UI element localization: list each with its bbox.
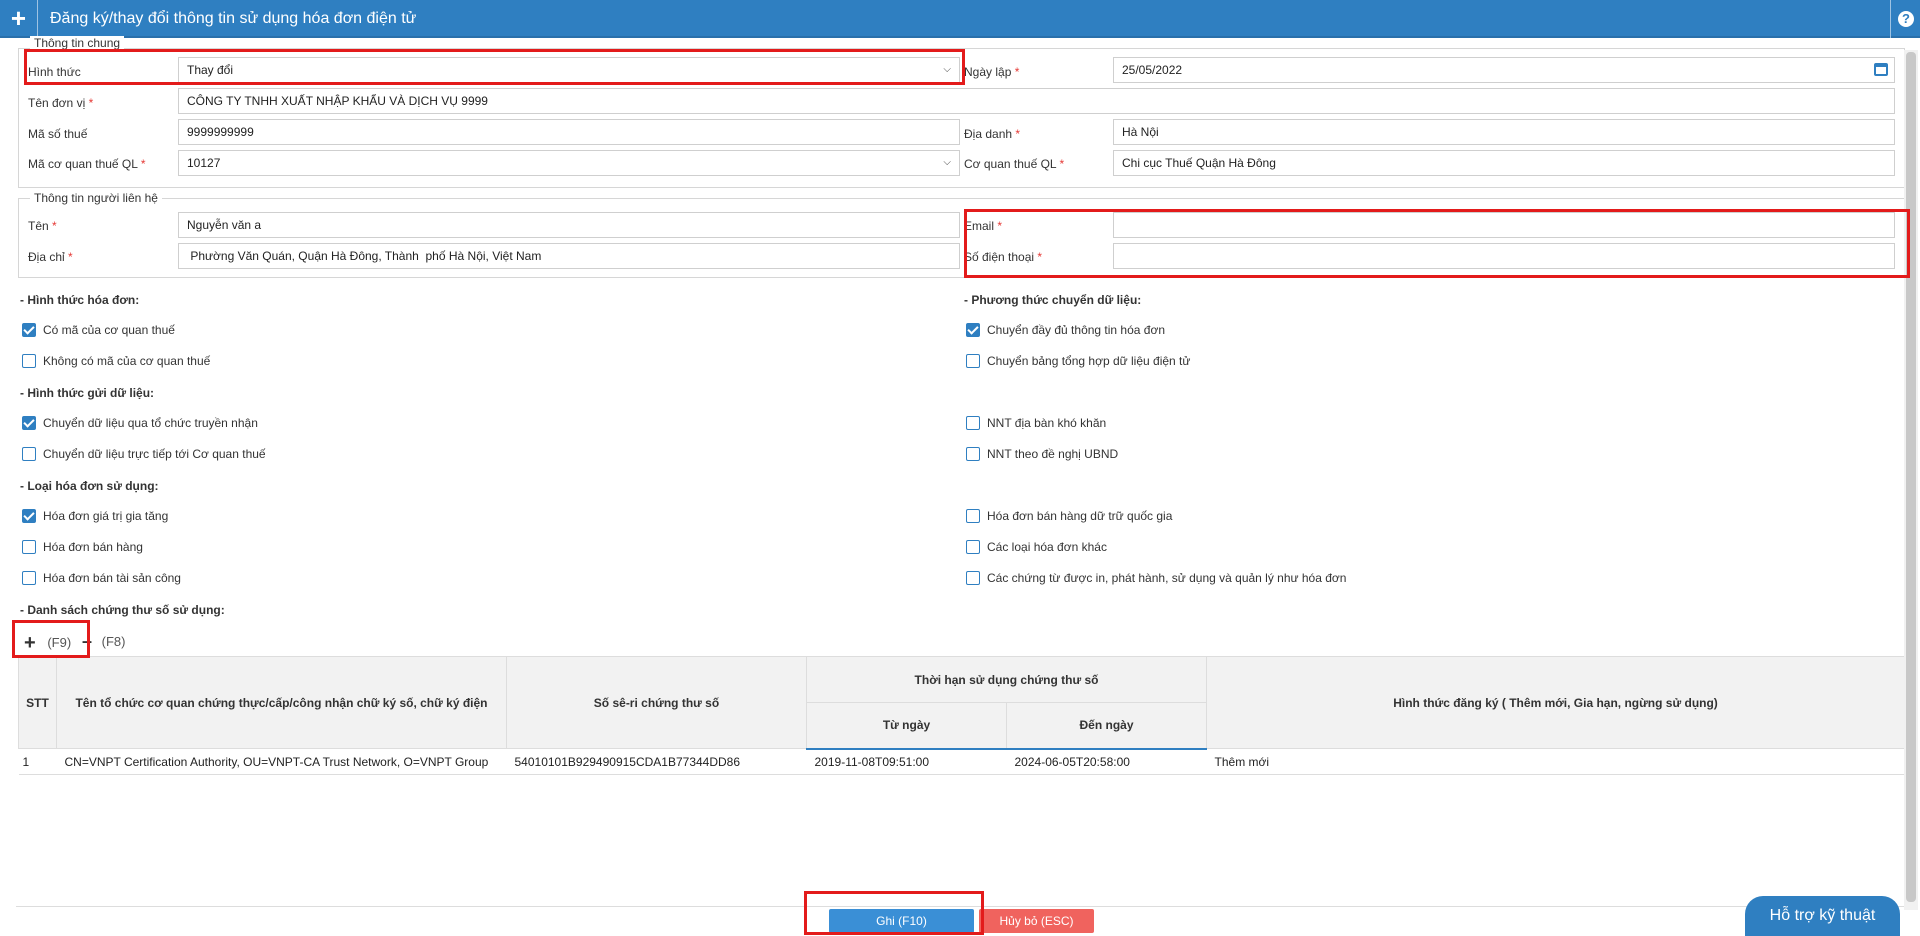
chung-tu-checkbox[interactable]: [966, 571, 980, 585]
ngay-lap-input[interactable]: 25/05/2022: [1113, 57, 1895, 83]
ten-don-vi-input[interactable]: CÔNG TY TNHH XUẤT NHẬP KHẨU VÀ DỊCH VỤ 9…: [178, 88, 1895, 114]
add-icon[interactable]: +: [0, 0, 38, 38]
tai-san-cong-checkbox[interactable]: [22, 571, 36, 585]
hinh-thuc-gui-heading: - Hình thức gửi dữ liệu:: [20, 386, 155, 400]
col-so-seri: Số sê-ri chứng thư số: [506, 656, 807, 749]
support-button[interactable]: Hỗ trợ kỹ thuật: [1745, 896, 1900, 936]
gtgt-checkbox[interactable]: [22, 509, 36, 523]
ngay-lap-label: Ngày lập *: [964, 65, 1020, 79]
nnt-kho-khan-checkbox[interactable]: [966, 416, 980, 430]
dia-danh-input[interactable]: Hà Nội: [1113, 119, 1895, 145]
tai-san-cong-label: Hóa đơn bán tài sản công: [43, 571, 181, 585]
mst-label: Mã số thuế: [28, 127, 88, 141]
col-den-ngay: Đến ngày: [1005, 702, 1208, 750]
chuyen-bang-th-label: Chuyển bảng tổng hợp dữ liệu điện tử: [987, 354, 1191, 368]
dia-danh-label: Địa danh *: [964, 127, 1021, 141]
khong-ma-checkbox[interactable]: [22, 354, 36, 368]
dia-chi-input[interactable]: Phường Văn Quán, Quận Hà Đông, Thành phố…: [178, 243, 960, 269]
mst-input[interactable]: 9999999999: [178, 119, 960, 145]
du-tru-checkbox[interactable]: [966, 509, 980, 523]
cqt-label: Cơ quan thuế QL *: [964, 157, 1065, 171]
help-icon: ?: [1898, 11, 1914, 27]
phuong-thuc-heading: - Phương thức chuyển dữ liệu:: [964, 293, 1142, 307]
chevron-down-icon: ⌵: [943, 157, 951, 168]
ma-cqt-select[interactable]: 10127 ⌵: [178, 150, 960, 176]
gtgt-label: Hóa đơn giá trị gia tăng: [43, 509, 169, 523]
highlight-hinh-thuc: [24, 49, 965, 85]
highlight-add-button: [12, 620, 90, 658]
cell-tu-ngay: 2019-11-08T09:51:00: [806, 748, 1007, 775]
cqt-input[interactable]: Chi cục Thuế Quận Hà Đông: [1113, 150, 1895, 176]
col-ten-to-chuc: Tên tổ chức cơ quan chứng thực/cấp/công …: [56, 656, 507, 749]
co-ma-checkbox[interactable]: [22, 323, 36, 337]
chung-tu-label: Các chứng từ được in, phát hành, sử dụng…: [987, 571, 1347, 585]
khong-ma-label: Không có mã của cơ quan thuế: [43, 354, 211, 368]
nnt-kho-khan-label: NNT địa bàn khó khăn: [987, 416, 1107, 430]
col-thoi-han: Thời hạn sử dụng chứng thư số: [805, 656, 1208, 703]
table-row[interactable]: 1 CN=VNPT Certification Authority, OU=VN…: [18, 748, 1905, 775]
truc-tiep-label: Chuyển dữ liệu trực tiếp tới Cơ quan thu…: [43, 447, 266, 461]
ds-cts-heading: - Danh sách chứng thư số sử dụng:: [20, 603, 225, 617]
chuyen-day-du-label: Chuyển đầy đủ thông tin hóa đơn: [987, 323, 1166, 337]
cell-den-ngay: 2024-06-05T20:58:00: [1006, 748, 1207, 775]
scrollbar-thumb[interactable]: [1906, 52, 1916, 902]
nnt-ubnd-checkbox[interactable]: [966, 447, 980, 461]
dia-chi-label: Địa chỉ *: [28, 250, 73, 264]
highlight-email-phone: [964, 209, 1910, 278]
du-tru-label: Hóa đơn bán hàng dữ trữ quốc gia: [987, 509, 1173, 523]
general-info-legend: Thông tin chung: [30, 36, 125, 50]
cancel-button[interactable]: Hủy bỏ (ESC): [979, 909, 1094, 933]
highlight-save-button: [804, 891, 984, 935]
calendar-icon[interactable]: [1874, 63, 1888, 76]
ban-hang-label: Hóa đơn bán hàng: [43, 540, 143, 554]
title-bar: + Đăng ký/thay đổi thông tin sử dụng hóa…: [0, 0, 1920, 38]
co-ma-label: Có mã của cơ quan thuế: [43, 323, 175, 337]
certificate-table: STT Tên tổ chức cơ quan chứng thực/cấp/c…: [18, 656, 1906, 775]
page-title: Đăng ký/thay đổi thông tin sử dụng hóa đ…: [50, 10, 417, 27]
col-hinh-thuc-dk: Hình thức đăng ký ( Thêm mới, Gia hạn, n…: [1206, 656, 1906, 749]
qua-to-chuc-label: Chuyển dữ liệu qua tổ chức truyền nhận: [43, 416, 258, 430]
khac-checkbox[interactable]: [966, 540, 980, 554]
hinh-thuc-hd-heading: - Hình thức hóa đơn:: [20, 293, 140, 307]
col-stt: STT: [18, 656, 57, 749]
cell-hinh-thuc: Thêm mới: [1206, 748, 1905, 775]
ten-don-vi-label: Tên đơn vị *: [28, 96, 94, 110]
ma-cqt-label: Mã cơ quan thuế QL *: [28, 157, 146, 171]
ten-label: Tên *: [28, 219, 57, 233]
chuyen-bang-th-checkbox[interactable]: [966, 354, 980, 368]
loai-hd-heading: - Loại hóa đơn sử dụng:: [20, 479, 159, 493]
cell-ten: CN=VNPT Certification Authority, OU=VNPT…: [56, 748, 507, 775]
cell-stt: 1: [18, 748, 57, 775]
ban-hang-checkbox[interactable]: [22, 540, 36, 554]
truc-tiep-checkbox[interactable]: [22, 447, 36, 461]
khac-label: Các loại hóa đơn khác: [987, 540, 1107, 554]
cell-seri: 54010101B929490915CDA1B77344DD86: [506, 748, 807, 775]
col-tu-ngay: Từ ngày: [806, 702, 1007, 750]
ten-input[interactable]: Nguyễn văn a: [178, 212, 960, 238]
nnt-ubnd-label: NNT theo đề nghị UBND: [987, 447, 1119, 461]
chuyen-day-du-checkbox[interactable]: [966, 323, 980, 337]
qua-to-chuc-checkbox[interactable]: [22, 416, 36, 430]
help-button[interactable]: ?: [1890, 0, 1920, 38]
contact-legend: Thông tin người liên hệ: [30, 191, 162, 205]
